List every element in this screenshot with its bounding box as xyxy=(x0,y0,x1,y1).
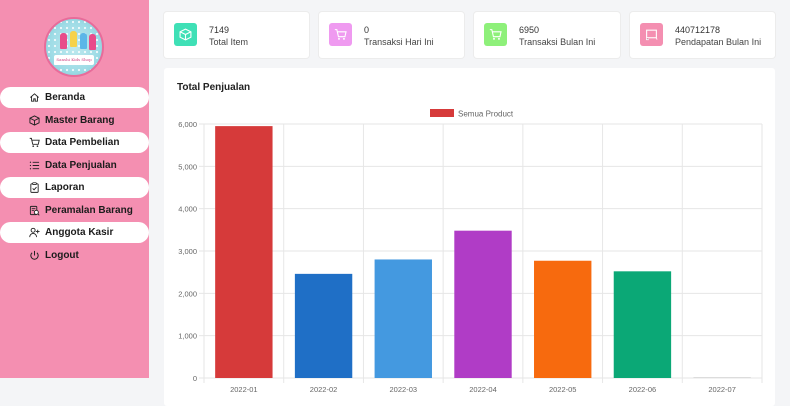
stat-card-pendapatan-bulan-ini: 440712178 Pendapatan Bulan Ini xyxy=(630,12,775,58)
y-tick-label: 1,000 xyxy=(178,332,197,341)
y-tick-label: 0 xyxy=(193,374,197,383)
cart-icon xyxy=(489,29,502,40)
sidebar-nav: Beranda Master Barang Data Pembelian Dat… xyxy=(0,87,149,267)
x-tick-label: 2022-01 xyxy=(230,385,258,394)
stat-value: 440712178 xyxy=(675,25,721,35)
y-tick-label: 6,000 xyxy=(178,120,197,129)
stat-icon-box xyxy=(329,23,352,46)
bar-2022-01 xyxy=(215,126,273,378)
sidebar-item-label: Laporan xyxy=(45,182,85,193)
x-tick-label: 2022-04 xyxy=(469,385,497,394)
clipboard-icon xyxy=(30,182,39,193)
x-tick-label: 2022-07 xyxy=(708,385,736,394)
sidebar-item-label: Data Penjualan xyxy=(45,159,117,171)
sidebar-item-label: Peramalan Barang xyxy=(45,204,133,216)
bar-2022-03 xyxy=(374,259,432,378)
sidebar-item-data-pembelian[interactable]: Data Pembelian xyxy=(0,132,149,153)
y-tick-label: 2,000 xyxy=(178,289,197,298)
shop-logo: Sanshi Kids Shop xyxy=(44,17,104,77)
sidebar-item-master-barang[interactable]: Master Barang xyxy=(0,110,149,131)
stat-icon-box xyxy=(174,23,197,46)
cart-icon xyxy=(334,29,347,40)
sales-chart-panel: Total Penjualan Semua Product 0 1,000 2,000… xyxy=(164,68,775,406)
sidebar-item-label: Master Barang xyxy=(45,114,115,126)
box-icon xyxy=(179,28,192,41)
x-tick-label: 2022-06 xyxy=(629,385,657,394)
money-icon xyxy=(646,29,658,41)
sidebar-item-label: Data Pembelian xyxy=(45,137,120,148)
list-icon xyxy=(29,161,40,169)
forecast-icon xyxy=(29,205,40,216)
sidebar-item-label: Anggota Kasir xyxy=(45,227,114,238)
stat-label: Total Item xyxy=(209,37,249,47)
legend-label: Semua Product xyxy=(458,110,514,119)
legend-swatch xyxy=(430,109,454,117)
stat-card-transaksi-bulan-ini: 6950 Transaksi Bulan Ini xyxy=(474,12,620,58)
logo-text: Sanshi Kids Shop xyxy=(56,57,92,62)
sidebar: Sanshi Kids Shop Beranda Master Barang D… xyxy=(0,0,149,378)
x-tick-label: 2022-05 xyxy=(549,385,577,394)
stat-label: Transaksi Bulan Ini xyxy=(519,37,596,47)
y-tick-label: 4,000 xyxy=(178,205,197,214)
stat-card-total-item: 7149 Total Item xyxy=(164,12,309,58)
stat-card-transaksi-hari-ini: 0 Transaksi Hari Ini xyxy=(319,12,464,58)
sidebar-item-logout[interactable]: Logout xyxy=(0,245,149,266)
power-icon xyxy=(30,250,39,260)
sidebar-item-anggota-kasir[interactable]: Anggota Kasir xyxy=(0,222,149,243)
stat-value: 7149 xyxy=(209,25,230,35)
y-tick-label: 3,000 xyxy=(178,247,197,256)
bar-2022-02 xyxy=(294,273,353,378)
sidebar-item-data-penjualan[interactable]: Data Penjualan xyxy=(0,155,149,176)
sidebar-item-laporan[interactable]: Laporan xyxy=(0,177,149,198)
x-tick-label: 2022-03 xyxy=(390,385,418,394)
stat-label: Transaksi Hari Ini xyxy=(364,37,434,47)
bar-2022-06 xyxy=(613,271,672,378)
sales-bar-chart: Semua Product 0 1,000 2,000 3,000 4,000 5,000 6… xyxy=(178,109,763,394)
home-icon xyxy=(30,93,39,102)
bar-2022-07 xyxy=(693,377,751,378)
bar-2022-04 xyxy=(454,230,512,378)
stat-icon-box xyxy=(484,23,507,46)
sidebar-item-label: Logout xyxy=(45,249,79,261)
user-add-icon xyxy=(29,227,40,238)
y-tick-label: 5,000 xyxy=(178,162,197,171)
sidebar-item-peramalan-barang[interactable]: Peramalan Barang xyxy=(0,200,149,221)
cart-icon xyxy=(29,137,40,147)
x-tick-label: 2022-02 xyxy=(310,385,338,394)
bar-2022-05 xyxy=(534,260,592,378)
stat-label: Pendapatan Bulan Ini xyxy=(675,37,762,47)
stat-value: 0 xyxy=(364,25,370,35)
sidebar-item-label: Beranda xyxy=(45,92,86,103)
stat-value: 6950 xyxy=(519,25,540,35)
stat-icon-box xyxy=(640,23,663,46)
sidebar-item-beranda[interactable]: Beranda xyxy=(0,87,149,108)
box-icon xyxy=(29,114,40,126)
